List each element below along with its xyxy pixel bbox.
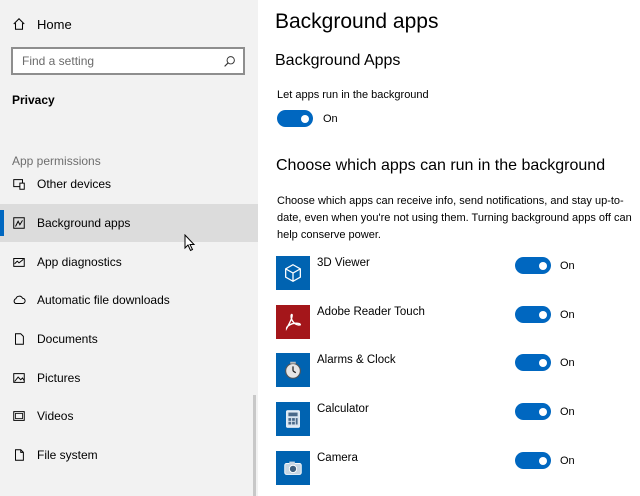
sidebar-item-label: Videos [37, 409, 74, 423]
sidebar-item-label: Background apps [37, 216, 131, 230]
app-diagnostics-icon [13, 258, 25, 267]
picture-icon [13, 373, 25, 383]
app-row-adobe-reader-touch: Adobe Reader Touch On [276, 305, 636, 343]
sidebar-item-label: Other devices [37, 177, 112, 191]
sidebar-item-background-apps[interactable]: Background apps [0, 204, 258, 242]
home-link[interactable]: Home [12, 14, 72, 34]
document-icon [15, 333, 24, 345]
sidebar-item-file-system[interactable]: File system [0, 436, 258, 474]
app-toggle[interactable]: On [515, 403, 575, 420]
toggle-switch[interactable] [515, 354, 551, 371]
clock-icon [276, 353, 310, 387]
sidebar-item-label: File system [37, 448, 98, 462]
search-placeholder: Find a setting [22, 54, 95, 68]
sidebar-scrollbar[interactable] [253, 395, 256, 496]
app-toggle[interactable]: On [515, 257, 575, 274]
sidebar-item-pictures[interactable]: Pictures [0, 359, 258, 397]
background-apps-icon [13, 217, 25, 229]
sidebar-item-other-devices[interactable]: Other devices [0, 165, 258, 203]
3d-viewer-icon [276, 256, 310, 290]
app-toggle[interactable]: On [515, 452, 575, 469]
apps-heading: Choose which apps can run in the backgro… [276, 157, 606, 174]
app-row-camera: Camera On [276, 451, 636, 489]
camera-icon [276, 451, 310, 485]
apps-description: Choose which apps can receive info, send… [277, 195, 632, 241]
app-name: Adobe Reader Touch [317, 306, 425, 318]
main-content: Background apps Background Apps Let apps… [258, 0, 640, 496]
sidebar-item-label: Automatic file downloads [37, 293, 170, 307]
sidebar-item-label: Pictures [37, 371, 81, 385]
sidebar-item-label: App diagnostics [37, 255, 122, 269]
toggle-state: On [560, 405, 575, 418]
sidebar-item-documents[interactable]: Documents [0, 320, 258, 358]
toggle-switch[interactable] [277, 110, 313, 127]
other-devices-icon [13, 179, 25, 190]
app-row-calculator: Calculator On [276, 402, 636, 440]
sidebar-item-automatic-file-downloads[interactable]: Automatic file downloads [0, 281, 258, 319]
toggle-state: On [560, 454, 575, 467]
app-row-3d-viewer: 3D Viewer On [276, 256, 636, 294]
toggle-state: On [560, 308, 575, 321]
app-row-alarms-clock: Alarms & Clock On [276, 353, 636, 391]
toggle-switch[interactable] [515, 257, 551, 274]
toggle-state: On [323, 112, 338, 125]
toggle-switch[interactable] [515, 452, 551, 469]
adobe-reader-icon [276, 305, 310, 339]
toggle-state: On [560, 356, 575, 369]
sidebar-item-videos[interactable]: Videos [0, 397, 258, 435]
home-label: Home [37, 16, 72, 32]
app-name: Camera [317, 452, 358, 464]
master-toggle[interactable]: On [277, 110, 338, 127]
home-icon [13, 18, 25, 30]
mouse-cursor-icon [184, 234, 196, 252]
calculator-icon [276, 402, 310, 436]
sidebar-item-label: Documents [37, 332, 98, 346]
search-input[interactable]: Find a setting [11, 47, 245, 75]
section-title-privacy: Privacy [12, 93, 55, 107]
search-icon[interactable] [223, 55, 236, 68]
app-name: Calculator [317, 403, 369, 415]
master-toggle-label: Let apps run in the background [277, 89, 429, 101]
app-name: 3D Viewer [317, 257, 370, 269]
cloud-icon [13, 295, 26, 304]
toggle-switch[interactable] [515, 403, 551, 420]
page-title: Background apps [275, 10, 439, 33]
file-icon [15, 449, 24, 461]
app-toggle[interactable]: On [515, 306, 575, 323]
toggle-state: On [560, 259, 575, 272]
toggle-switch[interactable] [515, 306, 551, 323]
app-toggle[interactable]: On [515, 354, 575, 371]
settings-sidebar: Home Find a setting Privacy App permissi… [0, 0, 258, 496]
app-name: Alarms & Clock [317, 354, 396, 366]
video-icon [13, 411, 25, 421]
sidebar-item-app-diagnostics[interactable]: App diagnostics [0, 243, 258, 281]
section-title: Background Apps [275, 52, 401, 69]
